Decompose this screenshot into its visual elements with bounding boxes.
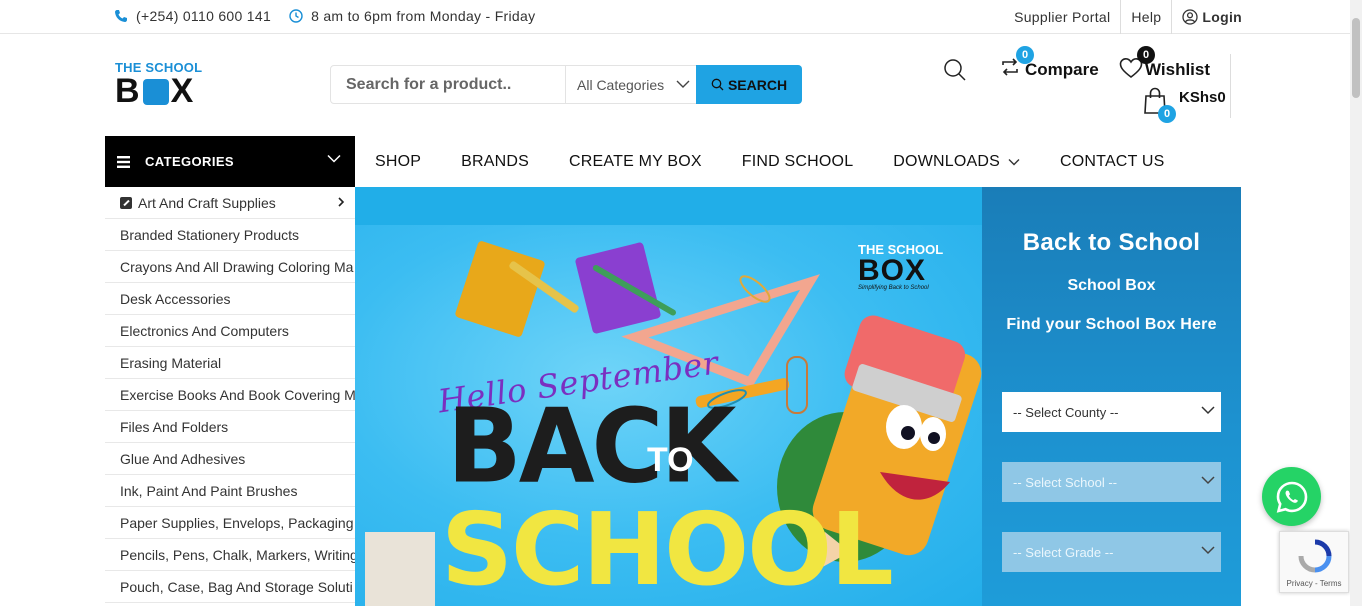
- category-select[interactable]: All Categories: [566, 66, 696, 103]
- category-item[interactable]: Branded Stationery Products: [105, 219, 355, 251]
- nav-downloads-label: DOWNLOADS: [893, 152, 1000, 170]
- category-item[interactable]: Files And Folders: [105, 411, 355, 443]
- recaptcha-badge[interactable]: Privacy - Terms: [1279, 531, 1349, 593]
- category-label: Art And Craft Supplies: [138, 194, 276, 211]
- chevron-down-icon: [1201, 476, 1215, 485]
- school-select[interactable]: -- Select School --: [1002, 462, 1221, 502]
- nav-contact-us[interactable]: CONTACT US: [1060, 153, 1165, 171]
- categories-label: CATEGORIES: [145, 154, 234, 169]
- hero-to-text: TO: [647, 441, 694, 479]
- logo-letter-x: X: [170, 72, 195, 110]
- category-item[interactable]: Pouch, Case, Bag And Storage Soluti: [105, 571, 355, 603]
- hero-logo: THE SCHOOL BOX Simplifying Back to Schoo…: [858, 243, 954, 292]
- phone-icon: [114, 9, 128, 23]
- nav-brands[interactable]: BRANDS: [461, 153, 529, 171]
- category-item[interactable]: Exercise Books And Book Covering M: [105, 379, 355, 411]
- chevron-down-icon: [1201, 546, 1215, 555]
- nav-shop[interactable]: SHOP: [375, 153, 421, 171]
- whatsapp-icon: [1276, 481, 1307, 513]
- compare-label: Compare: [1025, 60, 1099, 79]
- category-item[interactable]: Crayons And All Drawing Coloring Ma: [105, 251, 355, 283]
- phone-info: (+254) 0110 600 141: [114, 8, 271, 24]
- search-input[interactable]: Search for a product..: [331, 66, 566, 103]
- wishlist-button[interactable]: 0 Wishlist: [1119, 46, 1210, 80]
- whatsapp-button[interactable]: [1262, 467, 1321, 526]
- category-item[interactable]: Art And Craft Supplies: [105, 187, 355, 219]
- school-select-value: -- Select School --: [1013, 474, 1118, 490]
- category-item[interactable]: Pencils, Pens, Chalk, Markers, Writing: [105, 539, 355, 571]
- logo-line2: B X: [115, 72, 217, 110]
- hero-logo-line2: BOX: [858, 254, 927, 287]
- scrollbar-thumb[interactable]: [1352, 18, 1360, 98]
- clock-icon: [289, 9, 303, 23]
- recaptcha-icon: [1298, 539, 1332, 573]
- compare-count-badge: 0: [1016, 46, 1034, 64]
- login-label: Login: [1202, 9, 1242, 25]
- county-select-value: -- Select County --: [1013, 404, 1119, 420]
- school-finder-panel: Back to School School Box Find your Scho…: [982, 187, 1241, 606]
- search-bar: Search for a product.. All Categories SE…: [330, 65, 802, 104]
- search-button-label: SEARCH: [727, 76, 788, 93]
- compare-button[interactable]: 0 Compare: [999, 46, 1099, 80]
- page-scrollbar[interactable]: [1350, 0, 1362, 606]
- wishlist-count-badge: 0: [1137, 46, 1155, 64]
- categories-toggle[interactable]: CATEGORIES: [105, 136, 355, 187]
- finder-title: Back to School: [1022, 229, 1201, 256]
- top-links: Supplier Portal Help Login: [1004, 0, 1252, 34]
- hero-school-text: SCHOOL: [441, 491, 894, 606]
- contact-info: (+254) 0110 600 141 8 am to 6pm from Mon…: [114, 8, 553, 24]
- login-link[interactable]: Login: [1172, 0, 1252, 34]
- hero-logo-tagline: Simplifying Back to School: [858, 285, 929, 291]
- chevron-down-icon: [1201, 406, 1215, 415]
- header-divider: [1230, 54, 1231, 118]
- chevron-down-icon: [327, 154, 341, 163]
- help-link[interactable]: Help: [1121, 0, 1173, 34]
- category-item[interactable]: Desk Accessories: [105, 283, 355, 315]
- category-item[interactable]: Ink, Paint And Paint Brushes: [105, 475, 355, 507]
- category-item[interactable]: Glue And Adhesives: [105, 443, 355, 475]
- cart-button[interactable]: 0 KShs0: [1143, 87, 1226, 123]
- recaptcha-links[interactable]: Privacy - Terms: [1280, 579, 1348, 588]
- nav-create-my-box[interactable]: CREATE MY BOX: [569, 153, 702, 171]
- category-item[interactable]: Paper Supplies, Envelops, Packaging: [105, 507, 355, 539]
- phone-number[interactable]: (+254) 0110 600 141: [136, 8, 271, 24]
- logo-letter-b: B: [115, 72, 141, 110]
- chevron-right-icon: [338, 197, 345, 207]
- top-bar: (+254) 0110 600 141 8 am to 6pm from Mon…: [0, 0, 1362, 34]
- search-icon: [944, 59, 966, 81]
- county-select[interactable]: -- Select County --: [1002, 392, 1221, 432]
- category-item[interactable]: Erasing Material: [105, 347, 355, 379]
- business-hours: 8 am to 6pm from Monday - Friday: [311, 8, 536, 24]
- nav-find-school[interactable]: FIND SCHOOL: [742, 153, 854, 171]
- finder-description: Find your School Box Here: [1006, 316, 1217, 333]
- finder-subtitle: School Box: [1067, 277, 1156, 294]
- menu-icon: [117, 155, 130, 168]
- main-nav: SHOP BRANDS CREATE MY BOX FIND SCHOOL DO…: [355, 136, 1185, 187]
- category-select-value: All Categories: [577, 76, 665, 93]
- nav-downloads[interactable]: DOWNLOADS: [893, 153, 1020, 171]
- header-search-button[interactable]: [943, 58, 967, 87]
- box-mascot-icon: [142, 79, 169, 105]
- grade-select-value: -- Select Grade --: [1013, 544, 1114, 560]
- category-list: Art And Craft Supplies Branded Stationer…: [105, 187, 355, 603]
- hero-banner[interactable]: THE SCHOOL BOX Simplifying Back to Schoo…: [355, 187, 982, 606]
- chevron-down-icon: [676, 80, 690, 88]
- cart-count-badge: 0: [1158, 105, 1176, 123]
- category-item[interactable]: Electronics And Computers: [105, 315, 355, 347]
- wishlist-label: Wishlist: [1145, 60, 1211, 79]
- supplier-portal-link[interactable]: Supplier Portal: [1004, 0, 1122, 34]
- grade-select[interactable]: -- Select Grade --: [1002, 532, 1221, 572]
- search-button[interactable]: SEARCH: [696, 65, 802, 104]
- user-icon: [1182, 9, 1199, 25]
- site-logo[interactable]: THE SCHOOL B X: [115, 61, 217, 109]
- hours-info: 8 am to 6pm from Monday - Friday: [289, 8, 535, 24]
- chevron-down-icon: [1008, 158, 1020, 165]
- pencil-icon: [120, 196, 132, 209]
- cart-total: KShs0: [1179, 89, 1226, 106]
- search-icon: [711, 78, 724, 91]
